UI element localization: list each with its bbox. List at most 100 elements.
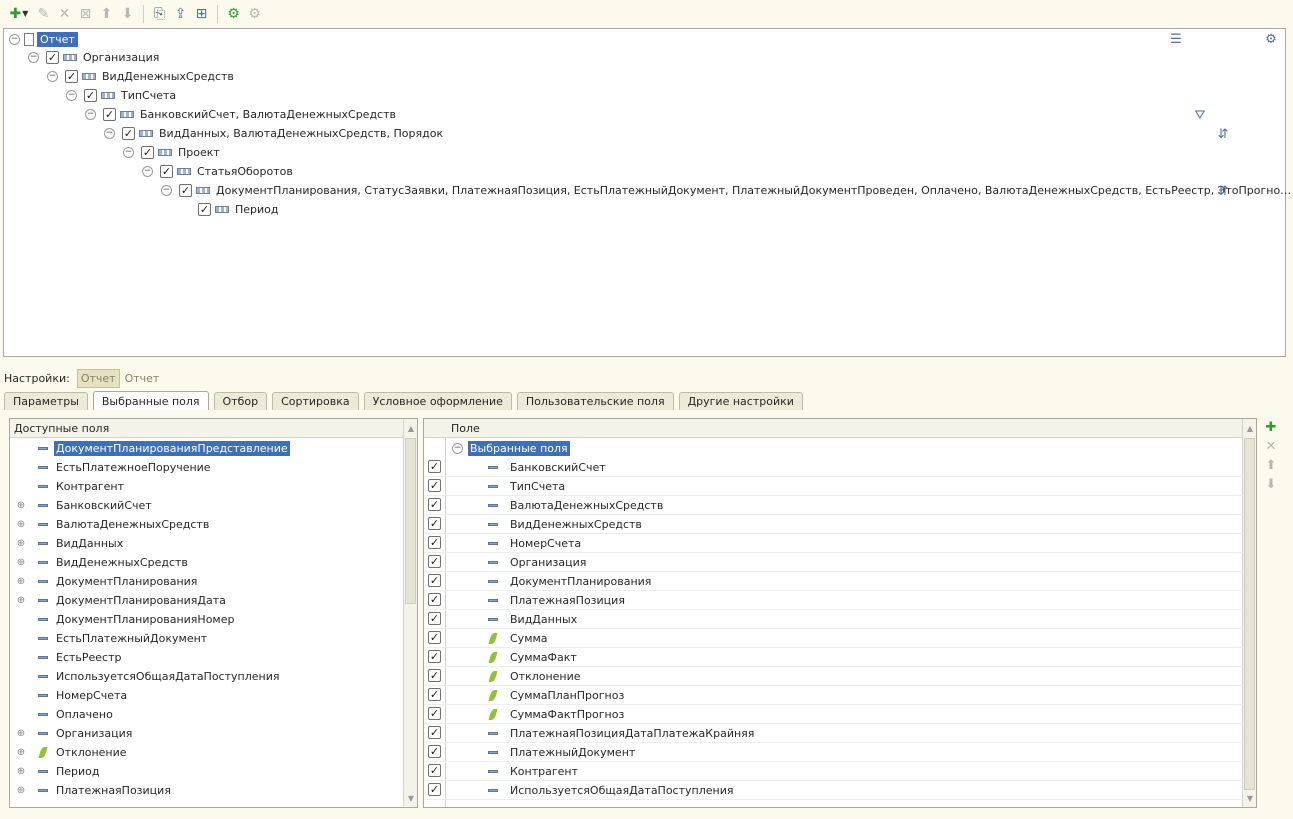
node-checkbox[interactable]: ✓ [198,203,211,216]
delete-button[interactable]: ✕ [54,3,75,25]
tree-node[interactable]: − ✓ СтатьяОборотов [142,162,293,181]
collapse-icon[interactable]: − [104,128,115,139]
expand-icon[interactable]: ⊕ [16,576,26,587]
selected-field-item[interactable]: ПлатежнаяПозицияДатаПлатежаКрайняя [486,724,754,743]
scroll-thumb[interactable] [405,438,416,604]
move-field-down-button[interactable]: ⬇ [1261,475,1281,494]
node-checkbox[interactable]: ✓ [84,89,97,102]
tab-4[interactable]: Условное оформление [363,392,512,410]
scroll-down-arrow[interactable]: ▼ [1243,791,1257,805]
field-checkbox[interactable]: ✓ [428,517,441,530]
order-icon[interactable]: ⇵ [1215,126,1231,142]
node-checkbox[interactable]: ✓ [46,51,59,64]
collapse-icon[interactable]: − [66,90,77,101]
node-checkbox[interactable]: ✓ [179,184,192,197]
tree-node[interactable]: − ✓ Проект [123,143,220,162]
tree-node[interactable]: − ✓ Организация [28,48,159,67]
available-field-item[interactable]: ⊕ ВидДанных [10,534,123,553]
available-field-item[interactable]: ДокументПланированияНомер [10,610,234,629]
selected-field-item[interactable]: Сумма [486,629,548,648]
selected-field-item[interactable]: ПлатежнаяПозиция [486,591,625,610]
field-checkbox[interactable]: ✓ [428,612,441,625]
selected-field-item[interactable]: СуммаПланПрогноз [486,686,624,705]
move-up-button[interactable]: ⬆ [96,3,117,25]
scroll-up-arrow[interactable]: ▲ [404,421,418,435]
selected-field-item[interactable]: ПлатежныйДокумент [486,743,635,762]
collapse-icon[interactable]: − [9,34,20,45]
field-checkbox[interactable]: ✓ [428,669,441,682]
available-field-item[interactable]: ⊕ ДокументПланирования [10,572,198,591]
available-field-item[interactable]: ЕстьРеестр [10,648,122,667]
available-fields-scrollbar[interactable]: ▲ ▼ [403,419,417,807]
expand-icon[interactable]: ⊕ [16,538,26,549]
selected-field-item[interactable]: ИспользуетсяОбщаяДатаПоступления [486,781,733,800]
output-settings-icon[interactable]: ☰ [1168,31,1184,47]
available-field-item[interactable]: ⊕ Отклонение [10,743,127,762]
field-checkbox[interactable]: ✓ [428,555,441,568]
available-field-item[interactable]: Оплачено [10,705,113,724]
expand-icon[interactable]: ⊕ [16,785,26,796]
tab-5[interactable]: Пользовательские поля [516,392,674,410]
selected-fields-scrollbar[interactable]: ▲ ▼ [1242,419,1256,807]
scroll-down-arrow[interactable]: ▼ [404,791,418,805]
tab-6[interactable]: Другие настройки [678,392,803,410]
selected-field-item[interactable]: ВидДанных [486,610,577,629]
tab-2[interactable]: Отбор [213,392,268,410]
selected-field-item[interactable]: БанковскийСчет [486,458,606,477]
expand-icon[interactable]: ⊕ [16,747,26,758]
available-field-item[interactable]: ЕстьПлатежныйДокумент [10,629,207,648]
edit-button[interactable]: ✎ [33,3,54,25]
add-button[interactable]: ✚ ▼ [5,3,33,25]
available-field-item[interactable]: ИспользуетсяОбщаяДатаПоступления [10,667,279,686]
selected-field-item[interactable]: ТипСчета [486,477,565,496]
scroll-up-arrow[interactable]: ▲ [1243,421,1257,435]
selected-field-item[interactable]: СуммаФакт [486,648,577,667]
field-checkbox[interactable]: ✓ [428,460,441,473]
field-checkbox[interactable]: ✓ [428,688,441,701]
selected-field-item[interactable]: Контрагент [486,762,578,781]
collapse-icon[interactable]: − [47,71,58,82]
collapse-icon[interactable]: − [452,443,463,454]
field-checkbox[interactable]: ✓ [428,574,441,587]
available-field-item[interactable]: ⊕ ДокументПланированияДата [10,591,226,610]
selected-field-item[interactable]: Отклонение [486,667,581,686]
selected-field-item[interactable]: ВидДенежныхСредств [486,515,642,534]
available-field-item[interactable]: НомерСчета [10,686,127,705]
expand-icon[interactable]: ⊕ [16,728,26,739]
expand-icon[interactable]: ⊕ [16,519,26,530]
available-field-item[interactable]: ⊕ ПлатежнаяПозиция [10,781,171,800]
ungroup-button[interactable]: ⇪ [170,3,191,25]
expand-icon[interactable]: ⊕ [16,557,26,568]
available-field-item[interactable]: ⊕ ВидДенежныхСредств [10,553,188,572]
structure-button[interactable]: ⊞ [191,3,212,25]
expand-icon[interactable]: ⊕ [16,595,26,606]
expand-icon[interactable]: ⊕ [16,500,26,511]
node-checkbox[interactable]: ✓ [141,146,154,159]
node-checkbox[interactable]: ✓ [122,127,135,140]
collapse-icon[interactable]: − [123,147,134,158]
selected-field-item[interactable]: НомерСчета [486,534,581,553]
tab-1[interactable]: Выбранные поля [92,391,209,410]
tree-node[interactable]: − ✓ БанковскийСчет, ВалютаДенежныхСредств [85,105,396,124]
field-checkbox[interactable]: ✓ [428,745,441,758]
tree-node[interactable]: ✓ Период [180,200,279,219]
node-checkbox[interactable]: ✓ [103,108,116,121]
node-checkbox[interactable]: ✓ [160,165,173,178]
add-field-button[interactable]: ✚ [1261,418,1281,437]
filter-icon[interactable]: ⛛ [1192,107,1208,123]
collapse-icon[interactable]: − [142,166,153,177]
field-checkbox[interactable]: ✓ [428,707,441,720]
available-field-item[interactable]: ⊕ БанковскийСчет [10,496,152,515]
settings-button[interactable]: ⚙ [244,3,265,25]
tab-0[interactable]: Параметры [4,392,88,410]
tree-node[interactable]: − ✓ ВидДанных, ВалютаДенежныхСредств, Поря… [104,124,443,143]
field-checkbox[interactable]: ✓ [428,498,441,511]
field-checkbox[interactable]: ✓ [428,479,441,492]
collapse-icon[interactable]: − [161,185,172,196]
tree-node[interactable]: − ✓ ВидДенежныхСредств [47,67,234,86]
available-field-item[interactable]: ДокументПланированияПредставление [10,439,290,458]
scroll-thumb[interactable] [1244,438,1255,790]
settings-report-link[interactable]: Отчет [125,372,160,385]
collapse-icon[interactable]: − [85,109,96,120]
node-checkbox[interactable]: ✓ [65,70,78,83]
